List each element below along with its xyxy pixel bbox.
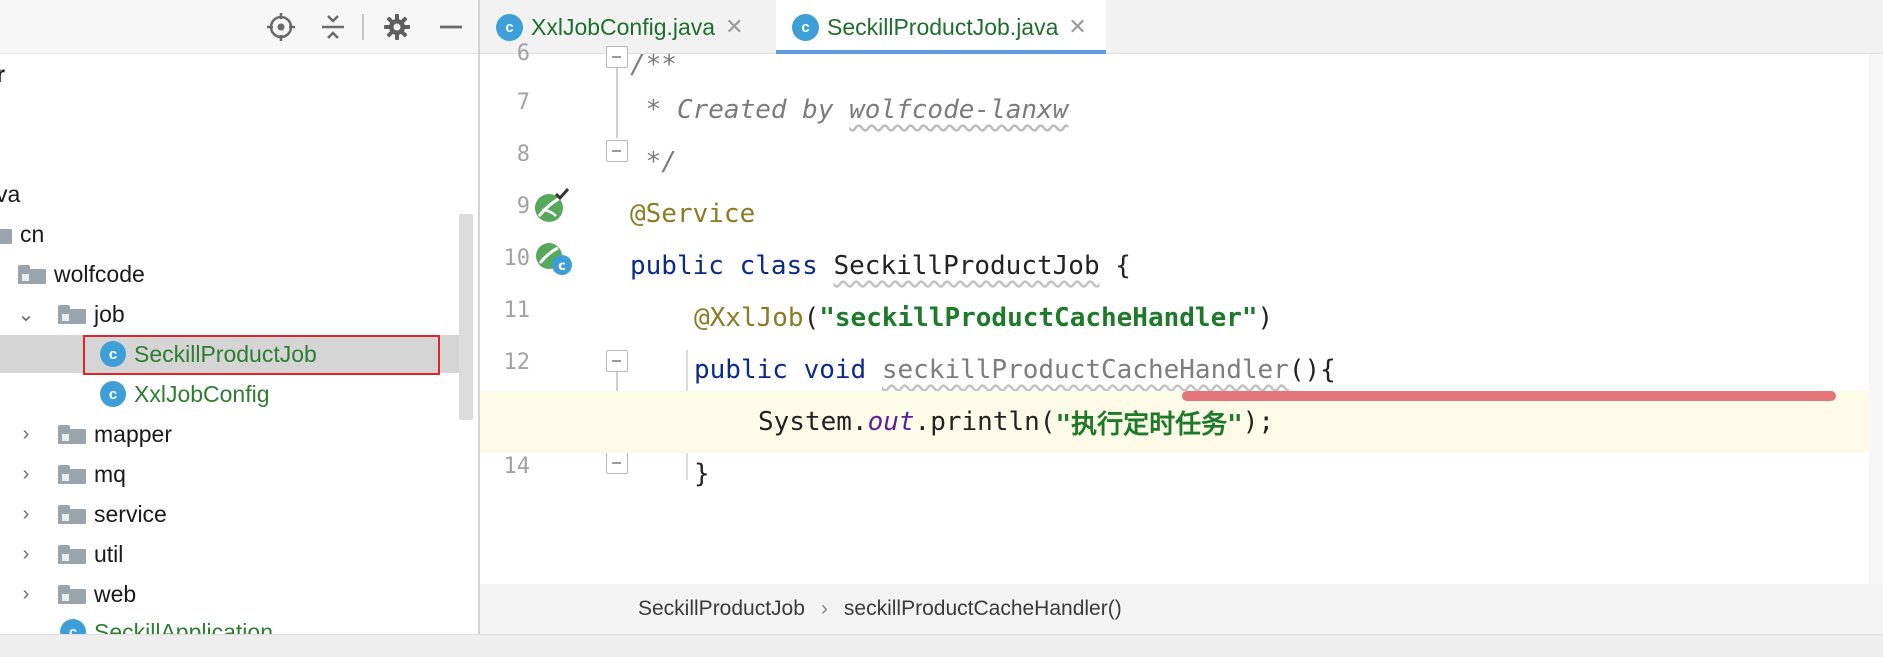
annotation-service: @Service (630, 199, 756, 229)
method-name: seckillProductCacheHandler (881, 355, 1289, 385)
comment-text: */ (630, 147, 677, 177)
comment-text: * Created by (630, 95, 850, 125)
spring-bean-icon[interactable] (532, 186, 572, 226)
svg-text:c: c (558, 259, 566, 274)
folder-icon (0, 224, 12, 244)
tree-item-cn[interactable]: cn (0, 215, 444, 253)
project-toolbar (0, 0, 478, 54)
fold-marker[interactable] (606, 46, 628, 68)
spring-class-icon[interactable]: c (532, 238, 576, 278)
minimize-icon[interactable] (432, 8, 470, 46)
keyword-public-void: public void (694, 355, 882, 385)
folder-icon (58, 424, 86, 444)
chevron-right-icon[interactable]: › (12, 543, 40, 566)
line-number: 14 (503, 454, 531, 479)
tree-item-mapper[interactable]: › mapper (12, 415, 472, 453)
tree-item-label: cn (20, 220, 45, 247)
breadcrumb: SeckillProductJob › seckillProductCacheH… (480, 584, 1883, 634)
breadcrumb-class[interactable]: SeckillProductJob (638, 597, 805, 621)
folder-icon (58, 464, 86, 484)
chevron-down-icon[interactable]: ⌄ (12, 302, 40, 327)
tree-item-label: mq (94, 460, 126, 487)
line-number: 6 (516, 41, 530, 66)
tree-item-java-fragment[interactable]: va (0, 175, 456, 213)
chevron-right-icon[interactable]: › (12, 503, 40, 526)
line-number: 7 (516, 90, 530, 115)
gear-icon[interactable] (378, 8, 416, 46)
chevron-right-icon[interactable]: › (12, 463, 40, 486)
tree-item-seckill-product-job[interactable]: c SeckillProductJob (0, 335, 460, 373)
annotation-underline-mark (1182, 391, 1836, 401)
tree-item-label: wolfcode (54, 260, 145, 287)
tree-item-util[interactable]: › util (12, 535, 472, 573)
class-icon: c (100, 341, 126, 367)
folder-icon (58, 544, 86, 564)
paren: ( (803, 303, 820, 333)
status-bar (0, 634, 1883, 657)
line-number: 10 (503, 246, 531, 271)
paren-brace: (){ (1288, 355, 1336, 385)
project-panel: r va cn wolfcode ⌄ job c SeckillProductJ… (0, 0, 478, 657)
tree-item-label: XxlJobConfig (134, 380, 270, 407)
tree-item-label: web (94, 580, 137, 607)
println-string: "执行定时任务" (1055, 409, 1243, 440)
println-call: .println( (914, 407, 1056, 437)
line-number: 11 (503, 298, 531, 323)
fold-guide (616, 68, 618, 138)
statement-end: ); (1242, 407, 1275, 437)
folder-icon (58, 304, 86, 324)
keyword-public-class: public class (630, 251, 834, 281)
folder-icon (58, 504, 86, 524)
tree-item-label: job (94, 300, 125, 327)
folder-icon (18, 264, 46, 284)
line-number: 9 (516, 194, 530, 219)
chevron-right-icon[interactable]: › (12, 583, 40, 606)
paren: ) (1257, 303, 1274, 333)
comment-author: wolfcode-lanxw (849, 95, 1069, 125)
tree-item-web[interactable]: › web (12, 575, 472, 613)
class-icon: c (496, 13, 523, 41)
folder-icon (58, 584, 86, 604)
closing-brace: } (694, 459, 710, 489)
code-area[interactable]: /** * Created by wolfcode-lanxw */ @Serv… (480, 50, 1883, 584)
editor-gutter: 6 7 8 9 10 11 12 13 14 c (480, 41, 628, 584)
tree-scrollbar[interactable] (459, 214, 473, 420)
line-number: 12 (503, 350, 531, 375)
line-number: 8 (516, 142, 530, 167)
tree-item-wolfcode[interactable]: wolfcode (18, 255, 478, 293)
class-name: SeckillProductJob (833, 251, 1100, 281)
toolbar-separator (362, 14, 364, 40)
tree-item-label: SeckillProductJob (134, 340, 317, 367)
out-field: out (867, 407, 915, 437)
tree-item-label: util (94, 540, 124, 567)
fold-marker[interactable] (606, 452, 628, 474)
code-line-14: } (630, 443, 1883, 505)
locate-icon[interactable] (262, 8, 300, 46)
collapse-all-icon[interactable] (314, 8, 352, 46)
tree-item-mq[interactable]: › mq (12, 455, 472, 493)
annotation-xxljob: @XxlJob (694, 303, 804, 333)
tree-item-label: mapper (94, 420, 172, 447)
tree-item-xxl-job-config[interactable]: c XxlJobConfig (0, 375, 460, 413)
fold-marker[interactable] (606, 140, 628, 162)
tree-item-root-fragment[interactable]: r (0, 55, 456, 93)
chevron-right-icon[interactable]: › (12, 423, 40, 446)
tree-item-label: va (0, 180, 21, 207)
brace: { (1099, 251, 1131, 281)
handler-string: "seckillProductCacheHandler" (819, 303, 1258, 333)
editor-scrollbar[interactable] (1869, 54, 1883, 584)
breadcrumb-separator: › (820, 597, 828, 620)
tree-item-label: service (94, 500, 167, 527)
tree-item-label: r (0, 60, 5, 87)
class-icon: c (100, 381, 126, 407)
system-class: System. (758, 407, 868, 437)
breadcrumb-method[interactable]: seckillProductCacheHandler() (844, 597, 1122, 621)
tree-item-job[interactable]: ⌄ job (12, 295, 472, 333)
comment-text: /** (630, 50, 677, 80)
code-editor: c XxlJobConfig.java ✕ c SeckillProductJo… (480, 0, 1883, 657)
fold-marker[interactable] (606, 350, 628, 372)
tree-item-service[interactable]: › service (12, 495, 472, 533)
